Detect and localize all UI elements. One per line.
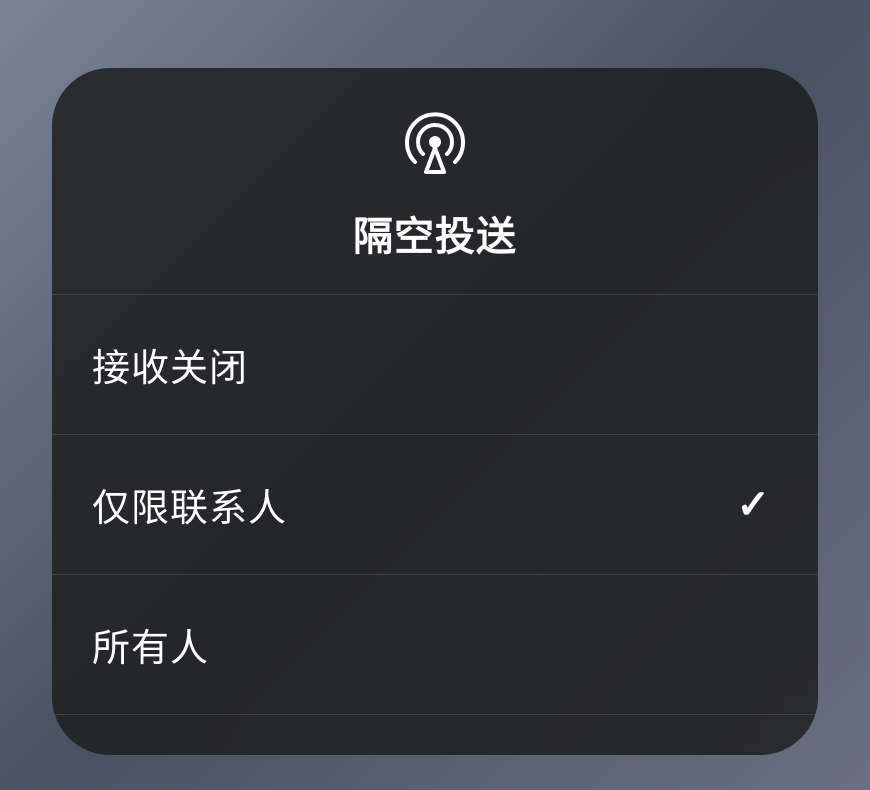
option-everyone[interactable]: 所有人	[52, 575, 818, 715]
panel-header: 隔空投送	[52, 68, 818, 295]
option-label: 接收关闭	[92, 337, 248, 392]
checkmark-icon: ✓	[736, 482, 770, 528]
option-receiving-off[interactable]: 接收关闭	[52, 295, 818, 435]
panel-title: 隔空投送	[353, 204, 517, 262]
airdrop-icon	[403, 112, 467, 176]
option-contacts-only[interactable]: 仅限联系人 ✓	[52, 435, 818, 575]
airdrop-settings-panel: 隔空投送 接收关闭 仅限联系人 ✓ 所有人	[52, 68, 818, 755]
panel-footer-space	[52, 715, 818, 755]
option-label: 所有人	[92, 617, 209, 672]
option-label: 仅限联系人	[92, 477, 287, 532]
